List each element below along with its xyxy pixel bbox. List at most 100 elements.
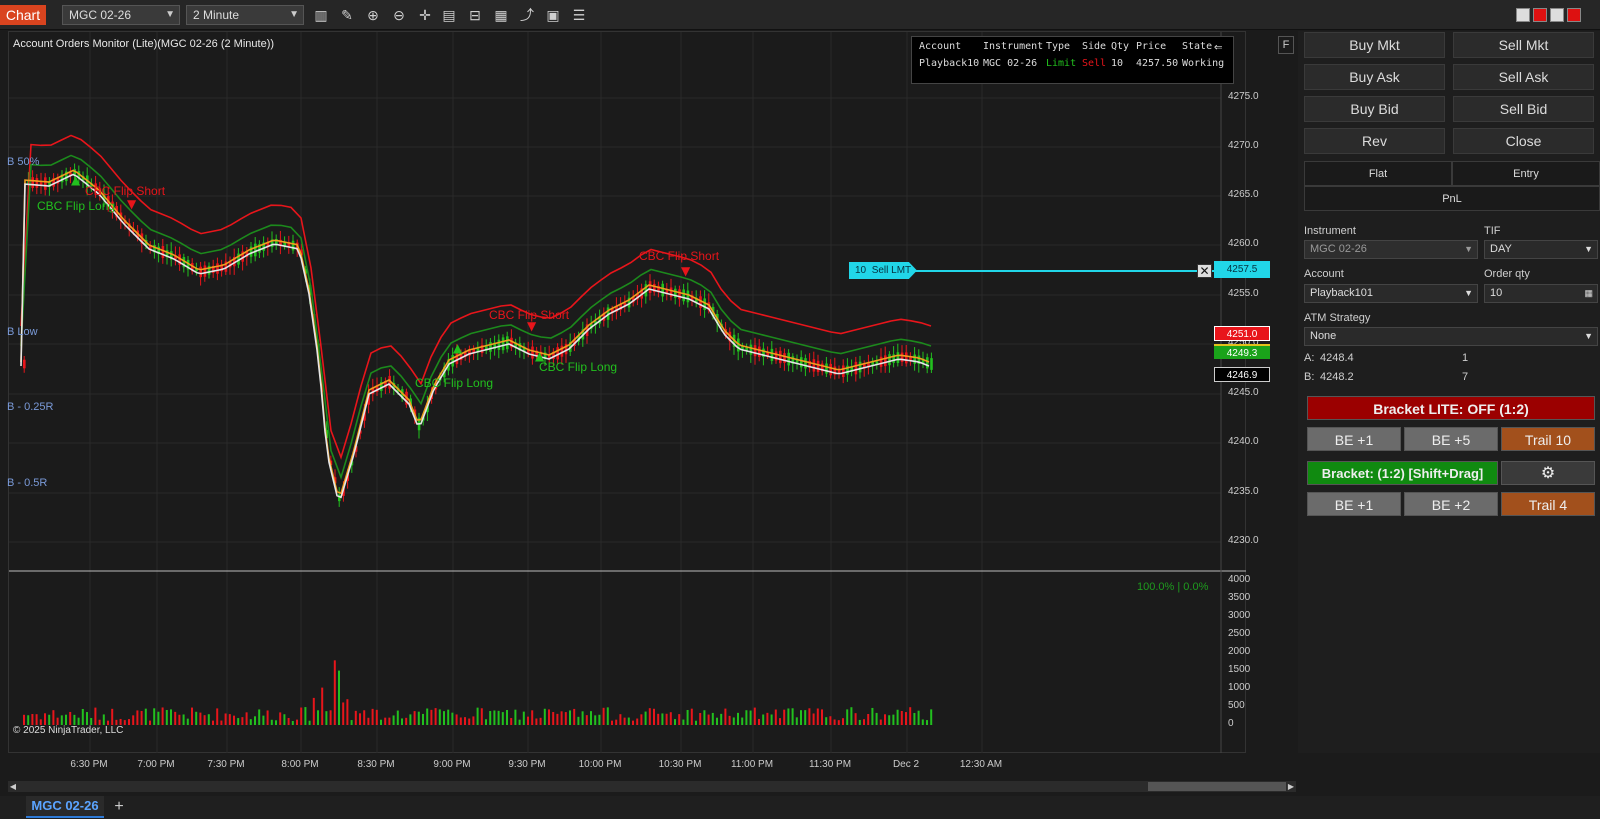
scroll-right-icon[interactable]: ▶	[1286, 781, 1296, 792]
buy-bid-button[interactable]: Buy Bid	[1304, 96, 1445, 122]
volume-bar	[380, 719, 382, 725]
candle	[686, 290, 690, 303]
bar-type-icon[interactable]: ▥	[312, 6, 330, 24]
candle	[829, 363, 832, 376]
volume-bar	[552, 712, 555, 725]
volume-bar	[296, 719, 298, 725]
volume-bar	[753, 707, 756, 725]
account-select[interactable]: Playback101 ▼	[1304, 284, 1478, 303]
zoom-in-icon[interactable]: ⊕	[364, 6, 382, 24]
volume-bar	[871, 707, 874, 725]
calculator-icon[interactable]: ▦	[1584, 285, 1593, 302]
minimize-button[interactable]	[1516, 8, 1530, 22]
tif-select[interactable]: DAY ▼	[1484, 240, 1598, 259]
candle	[804, 358, 807, 369]
be-plus-5-button[interactable]: BE +5	[1404, 427, 1498, 451]
signal-label: CBC Flip Short	[639, 249, 720, 263]
time-axis[interactable]: 6:30 PM 7:00 PM 7:30 PM 8:00 PM 8:30 PM 9:00 …	[8, 753, 1296, 780]
bid-price: 4248.2	[1320, 371, 1354, 383]
candle	[749, 344, 753, 355]
buy-ask-button[interactable]: Buy Ask	[1304, 64, 1445, 90]
chart-trader-icon[interactable]: ⤴	[518, 6, 536, 24]
chevron-down-icon: ▼	[1464, 244, 1473, 254]
settings-gear-icon[interactable]: ⚙	[1501, 461, 1595, 485]
volume-bar	[774, 709, 777, 725]
volume-bar	[123, 720, 126, 725]
volume-bar	[657, 713, 660, 725]
strategies-icon[interactable]: ▦	[492, 6, 510, 24]
bracket-toggle[interactable]: Bracket: (1:2) [Shift+Drag]	[1307, 461, 1498, 485]
volume-bar	[140, 710, 143, 725]
chart-menu-button[interactable]: Chart	[0, 5, 46, 25]
volume-bar	[623, 717, 626, 725]
interval-selector[interactable]: 2 Minute ▼	[186, 5, 304, 25]
volume-bar	[867, 714, 870, 725]
restore-button[interactable]	[1550, 8, 1564, 22]
buy-market-button[interactable]: Buy Mkt	[1304, 32, 1445, 58]
maximize-button[interactable]	[1533, 8, 1547, 22]
candle	[699, 296, 702, 308]
scroll-thumb[interactable]	[1148, 782, 1286, 791]
be-plus-1-button[interactable]: BE +1	[1307, 492, 1401, 516]
price-chart[interactable]: ▼▼▼▲▲▲	[9, 32, 1247, 754]
price-axis-label: 4275.0	[1228, 91, 1259, 102]
volume-bar	[308, 720, 311, 725]
sell-limit-order-tag[interactable]: 10 Sell LMT	[849, 262, 917, 279]
volume-bar	[527, 716, 529, 725]
scroll-left-icon[interactable]: ◀	[8, 781, 18, 792]
volume-bar	[905, 712, 907, 725]
be-plus-2-button[interactable]: BE +2	[1404, 492, 1498, 516]
volume-bar	[233, 715, 235, 725]
price-axis-label: 4245.0	[1228, 387, 1259, 398]
sell-market-button[interactable]: Sell Mkt	[1453, 32, 1594, 58]
bracket-lite-toggle[interactable]: Bracket LITE: OFF (1:2)	[1307, 396, 1595, 420]
candle	[703, 298, 706, 310]
ask-price: 4248.4	[1320, 352, 1354, 364]
volume-bar	[665, 713, 668, 725]
volume-bar	[220, 720, 223, 725]
close-window-button[interactable]	[1567, 8, 1581, 22]
tab-mgc-02-26[interactable]: MGC 02-26	[26, 796, 104, 818]
sell-ask-button[interactable]: Sell Ask	[1453, 64, 1594, 90]
horizontal-scrollbar[interactable]: ◀ ▶	[8, 781, 1296, 792]
data-box-icon[interactable]: ▤	[440, 6, 458, 24]
volume-bar	[86, 712, 88, 725]
drawing-tool-icon[interactable]: ✎	[338, 6, 356, 24]
instrument-field-value: MGC 02-26	[1310, 243, 1367, 255]
instrument-selector[interactable]: MGC 02-26 ▼	[62, 5, 180, 25]
templates-icon[interactable]: ▣	[544, 6, 562, 24]
sell-bid-button[interactable]: Sell Bid	[1453, 96, 1594, 122]
volume-bar	[266, 710, 269, 725]
volume-bar	[73, 714, 76, 725]
volume-bar	[228, 714, 231, 725]
close-position-button[interactable]: Close	[1453, 128, 1594, 154]
trail-10-button[interactable]: Trail 10	[1501, 427, 1595, 451]
add-tab-button[interactable]: +	[110, 797, 128, 817]
cell-qty: 10	[1111, 58, 1124, 69]
volume-bar	[136, 710, 139, 725]
fixed-scale-button[interactable]: F	[1278, 36, 1294, 54]
order-qty-stepper[interactable]: 10 ▦	[1484, 284, 1598, 303]
reverse-button[interactable]: Rev	[1304, 128, 1445, 154]
volume-bar	[728, 715, 731, 725]
signal-label: CBC Flip Short	[85, 184, 166, 198]
zoom-out-icon[interactable]: ⊖	[390, 6, 408, 24]
chevron-down-icon: ▼	[289, 9, 299, 20]
be-plus-1-button[interactable]: BE +1	[1307, 427, 1401, 451]
price-axis[interactable]: 4275.0 4270.0 4265.0 4260.0 4255.0 4250.0 4245…	[1214, 31, 1296, 753]
cell-instrument: MGC 02-26	[983, 58, 1038, 69]
atm-strategy-select[interactable]: None ▼	[1304, 327, 1598, 346]
properties-icon[interactable]: ☰	[570, 6, 588, 24]
trail-4-button[interactable]: Trail 4	[1501, 492, 1595, 516]
crosshair-icon[interactable]: ✛	[416, 6, 434, 24]
volume-bar	[203, 715, 206, 725]
candle	[254, 243, 257, 257]
back-arrow-icon[interactable]: ⇐	[1214, 39, 1222, 55]
indicators-icon[interactable]: ⊟	[466, 6, 484, 24]
instrument-field[interactable]: MGC 02-26 ▼	[1304, 240, 1478, 259]
cancel-order-icon[interactable]: ✕	[1197, 264, 1212, 278]
signal-arrow-icon: ▲	[453, 341, 463, 355]
chart-panel[interactable]: ▼ ▼ ▼ ▲ ▲ ▲ Account Orders Monitor (Lite)(MGC…	[7, 31, 1247, 754]
volume-bar	[585, 715, 588, 725]
candle	[753, 345, 757, 357]
